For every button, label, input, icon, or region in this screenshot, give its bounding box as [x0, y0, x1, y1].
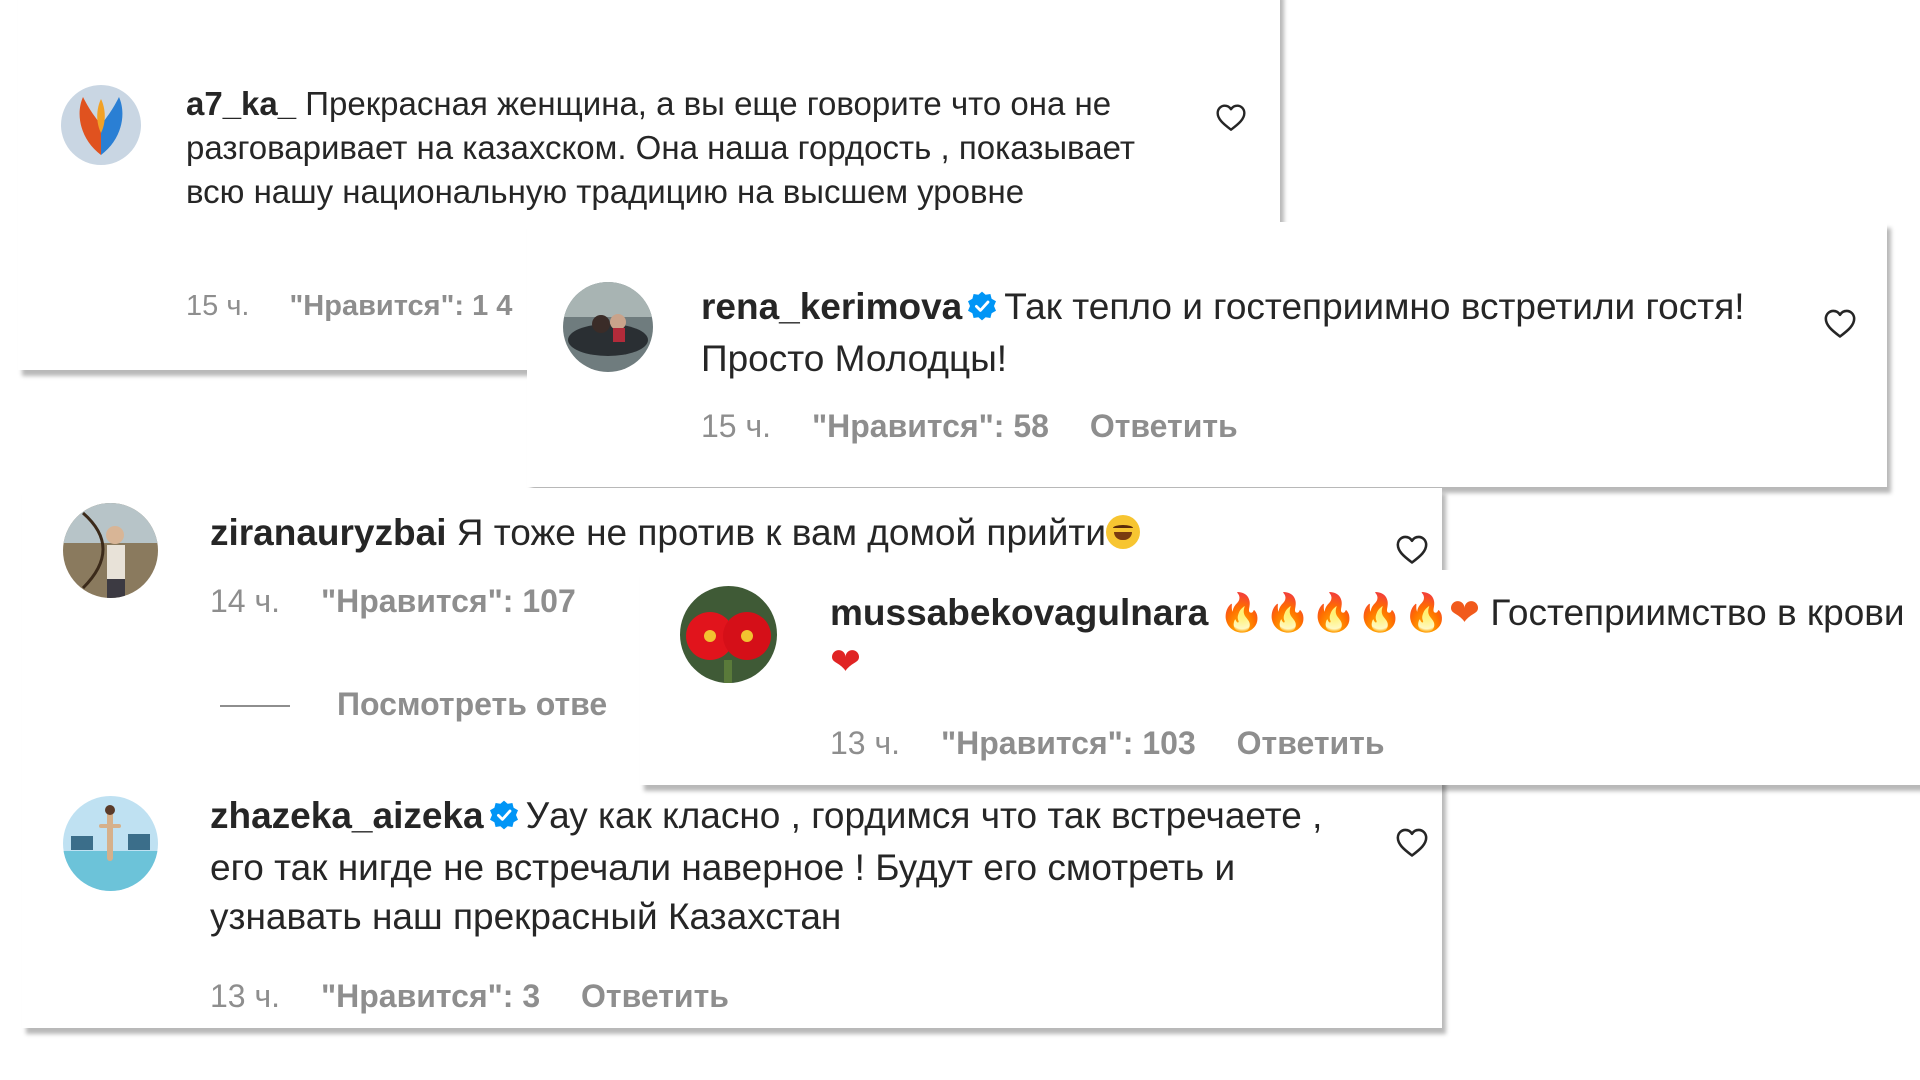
- comment-time[interactable]: 13 ч.: [830, 725, 900, 761]
- comment-body: zhazeka_aizeka Уау как класно , гордимся …: [210, 791, 1360, 942]
- username[interactable]: mussabekovagulnara: [830, 592, 1208, 633]
- comment-time[interactable]: 13 ч.: [210, 978, 280, 1014]
- username[interactable]: a7_ka_: [186, 85, 296, 122]
- username[interactable]: ziranauryzbai: [210, 512, 446, 553]
- verified-badge-icon: [488, 794, 520, 843]
- likes-count[interactable]: "Нравится": 107: [321, 583, 576, 619]
- comment-text: Гостеприимство в крови: [1490, 592, 1905, 633]
- comment-text: Я тоже не против к вам домой прийти: [456, 512, 1106, 553]
- red-flowers-avatar-icon[interactable]: [680, 586, 777, 683]
- comment-meta: 15 ч. "Нравится": 1 4: [186, 290, 512, 323]
- comment-body: rena_kerimova Так тепло и гостеприимно вс…: [701, 282, 1771, 383]
- laughing-tears-emoji-icon: [1105, 515, 1140, 549]
- comment-body: ziranauryzbai Я тоже не против к вам дом…: [210, 508, 1360, 557]
- comment-card-mussabekovagulnara: mussabekovagulnara 🔥🔥🔥🔥🔥❤ Гостеприимство…: [640, 570, 1920, 785]
- comment-meta: 15 ч. "Нравится": 58 Ответить: [701, 408, 1238, 445]
- comment-time[interactable]: 15 ч.: [701, 408, 771, 444]
- likes-count[interactable]: "Нравится": 58: [812, 408, 1049, 444]
- like-heart-icon[interactable]: [1395, 826, 1429, 858]
- comment-body: a7_ka_ Прекрасная женщина, а вы еще гово…: [186, 82, 1186, 214]
- comment-meta: 14 ч. "Нравится": 107: [210, 583, 576, 620]
- comment-text: Прекрасная женщина, а вы еще говорите чт…: [186, 85, 1135, 210]
- like-heart-icon[interactable]: [1823, 307, 1857, 339]
- like-heart-icon[interactable]: [1395, 533, 1429, 565]
- likes-count[interactable]: "Нравится": 103: [941, 725, 1196, 761]
- likes-count[interactable]: "Нравится": 1 4: [290, 290, 513, 322]
- comment-body: mussabekovagulnara 🔥🔥🔥🔥🔥❤ Гостеприимство…: [830, 588, 1920, 686]
- comment-time[interactable]: 14 ч.: [210, 583, 280, 619]
- red-heart-emoji-icon: ❤: [830, 640, 862, 684]
- reply-button[interactable]: Ответить: [1090, 408, 1238, 444]
- fire-heart-emoji-icon: 🔥🔥🔥🔥🔥❤: [1218, 591, 1481, 634]
- archer-avatar-icon[interactable]: [63, 503, 158, 598]
- username[interactable]: zhazeka_aizeka: [210, 795, 484, 836]
- comment-meta: 13 ч. "Нравится": 103 Ответить: [830, 725, 1385, 762]
- phoenix-avatar-icon[interactable]: [61, 85, 141, 165]
- like-heart-icon[interactable]: [1215, 102, 1247, 132]
- reply-button[interactable]: Ответить: [1237, 725, 1385, 761]
- likes-count[interactable]: "Нравится": 3: [321, 978, 540, 1014]
- reply-button[interactable]: Ответить: [581, 978, 729, 1014]
- comment-card-rena-kerimova: rena_kerimova Так тепло и гостеприимно вс…: [527, 222, 1887, 487]
- car-photo-avatar-icon[interactable]: [563, 282, 653, 372]
- view-replies-divider: [220, 705, 290, 707]
- comment-meta: 13 ч. "Нравится": 3 Ответить: [210, 978, 729, 1015]
- username[interactable]: rena_kerimova: [701, 286, 962, 327]
- verified-badge-icon: [966, 285, 998, 334]
- view-replies-button[interactable]: Посмотреть отве: [337, 686, 607, 723]
- comment-time[interactable]: 15 ч.: [186, 290, 249, 322]
- yoga-beach-avatar-icon[interactable]: [63, 796, 158, 891]
